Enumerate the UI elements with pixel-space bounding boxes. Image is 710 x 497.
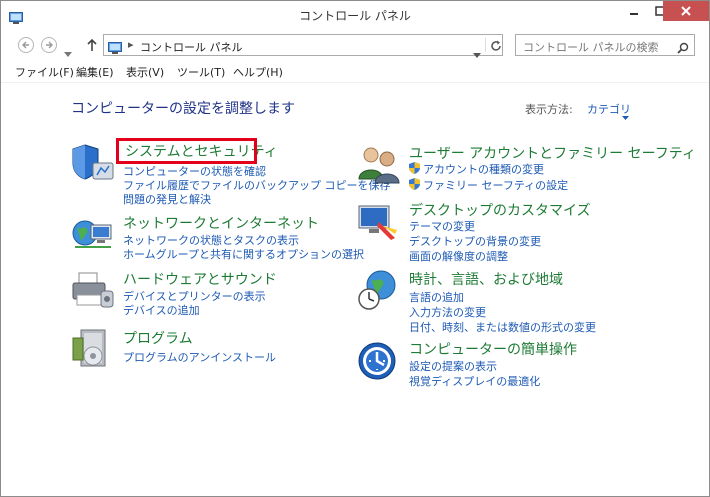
category-programs: プログラム プログラムのアンインストール bbox=[71, 328, 351, 368]
chevron-down-icon[interactable] bbox=[622, 105, 629, 124]
menu-help[interactable]: ヘルプ(H) bbox=[233, 64, 283, 80]
link-change-date-time-format[interactable]: 日付、時刻、または数値の形式の変更 bbox=[409, 319, 596, 335]
link-change-input-method[interactable]: 入力方法の変更 bbox=[409, 304, 486, 320]
network-globe-icon[interactable] bbox=[71, 213, 115, 257]
link-optimize-visual-display[interactable]: 視覚ディスプレイの最適化 bbox=[409, 373, 540, 389]
ease-of-access-icon[interactable] bbox=[357, 339, 401, 383]
minimize-button[interactable] bbox=[621, 1, 647, 21]
arrow-right-icon bbox=[46, 41, 53, 49]
category-user-accounts: ユーザー アカウントとファミリー セーフティ アカウントの種類の変更 ファミリー… bbox=[357, 143, 696, 193]
category-title-programs[interactable]: プログラム bbox=[123, 328, 193, 348]
category-title-ease-of-access[interactable]: コンピューターの簡単操作 bbox=[409, 339, 577, 359]
category-hardware-sound: ハードウェアとサウンド デバイスとプリンターの表示 デバイスの追加 bbox=[71, 269, 351, 319]
close-icon bbox=[681, 6, 691, 16]
chevron-down-icon bbox=[64, 52, 72, 57]
category-personalization: デスクトップのカスタマイズ テーマの変更 デスクトップの背景の変更 画面の解像度… bbox=[357, 200, 657, 263]
address-history-dropdown[interactable] bbox=[473, 43, 481, 62]
printer-icon[interactable] bbox=[71, 269, 115, 313]
users-icon[interactable] bbox=[357, 143, 401, 187]
forward-button[interactable] bbox=[41, 37, 57, 53]
menu-tools[interactable]: ツール(T) bbox=[177, 64, 225, 80]
shield-icon[interactable] bbox=[71, 141, 115, 185]
search-icon[interactable] bbox=[677, 39, 689, 58]
chevron-down-icon bbox=[473, 53, 481, 58]
link-adjust-resolution[interactable]: 画面の解像度の調整 bbox=[409, 248, 508, 264]
category-ease-of-access: コンピューターの簡単操作 設定の提案の表示 視覚ディスプレイの最適化 bbox=[357, 339, 657, 389]
up-button[interactable] bbox=[86, 37, 98, 56]
breadcrumb-control-panel[interactable]: コントロール パネル bbox=[140, 39, 243, 55]
category-title-user-accounts[interactable]: ユーザー アカウントとファミリー セーフティ bbox=[409, 143, 696, 163]
link-add-language[interactable]: 言語の追加 bbox=[409, 289, 464, 305]
link-add-device[interactable]: デバイスの追加 bbox=[123, 302, 200, 318]
arrow-left-icon bbox=[22, 41, 29, 49]
main-content: コンピューターの設定を調整します 表示方法: カテゴリ システムとセキュリティ … bbox=[1, 83, 709, 496]
category-network-internet: ネットワークとインターネット ネットワークの状態とタスクの表示 ホームグループと… bbox=[71, 213, 364, 263]
address-bar[interactable]: ▸ コントロール パネル bbox=[103, 34, 503, 58]
menu-file[interactable]: ファイル(F) bbox=[15, 64, 74, 80]
programs-icon[interactable] bbox=[71, 328, 115, 372]
recent-locations-dropdown[interactable] bbox=[64, 42, 72, 61]
category-title-personalization[interactable]: デスクトップのカスタマイズ bbox=[409, 200, 591, 220]
display-paint-icon[interactable] bbox=[357, 200, 401, 244]
highlight-box bbox=[116, 138, 257, 164]
uac-shield-icon bbox=[409, 178, 420, 190]
refresh-icon bbox=[491, 40, 501, 51]
title-bar[interactable]: コントロール パネル bbox=[1, 1, 709, 31]
close-button[interactable] bbox=[663, 1, 709, 21]
navigation-bar: ▸ コントロール パネル コントロール パネルの検索 bbox=[1, 31, 709, 59]
window-title: コントロール パネル bbox=[299, 9, 411, 23]
menu-edit[interactable]: 編集(E) bbox=[76, 64, 114, 80]
page-title: コンピューターの設定を調整します bbox=[71, 101, 295, 117]
category-title-hardware-sound[interactable]: ハードウェアとサウンド bbox=[123, 269, 277, 289]
refresh-button[interactable] bbox=[485, 38, 503, 52]
view-by-label: 表示方法: bbox=[525, 103, 573, 116]
link-uninstall-program[interactable]: プログラムのアンインストール bbox=[123, 349, 276, 365]
clock-globe-icon[interactable] bbox=[357, 269, 401, 313]
search-placeholder: コントロール パネルの検索 bbox=[523, 41, 659, 54]
menu-bar: ファイル(F) 編集(E) 表示(V) ツール(T) ヘルプ(H) bbox=[1, 62, 709, 83]
search-box[interactable]: コントロール パネルの検索 bbox=[515, 34, 695, 56]
minimize-icon bbox=[630, 13, 638, 15]
control-panel-icon bbox=[108, 39, 122, 58]
uac-shield-icon bbox=[409, 162, 420, 174]
arrow-up-icon bbox=[87, 38, 97, 51]
link-view-recommended-settings[interactable]: 設定の提案の表示 bbox=[409, 358, 497, 374]
link-troubleshoot[interactable]: 問題の発見と解決 bbox=[123, 191, 211, 207]
link-homegroup-sharing[interactable]: ホームグループと共有に関するオプションの選択 bbox=[123, 246, 364, 262]
link-change-background[interactable]: デスクトップの背景の変更 bbox=[409, 233, 541, 249]
breadcrumb-separator-icon[interactable]: ▸ bbox=[128, 38, 134, 51]
back-button[interactable] bbox=[18, 37, 34, 53]
category-title-clock-language-region[interactable]: 時計、言語、および地域 bbox=[409, 269, 563, 289]
menu-view[interactable]: 表示(V) bbox=[126, 64, 164, 80]
category-clock-language-region: 時計、言語、および地域 言語の追加 入力方法の変更 日付、時刻、または数値の形式… bbox=[357, 269, 657, 334]
link-change-theme[interactable]: テーマの変更 bbox=[409, 218, 475, 234]
control-panel-window: コントロール パネル ▸ コントロール パネル コントロール パネルの検索 ファ… bbox=[0, 0, 710, 497]
category-title-network-internet[interactable]: ネットワークとインターネット bbox=[123, 213, 319, 233]
